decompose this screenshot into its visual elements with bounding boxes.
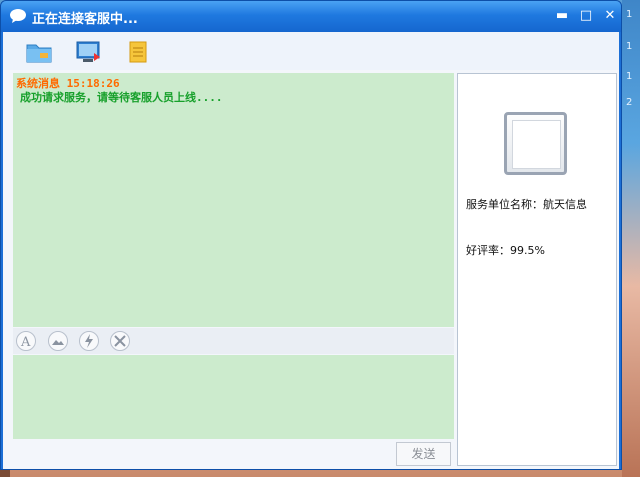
rating-text: 好评率：99.5% [466, 244, 545, 257]
chat-window: 正在连接客服中... ▬ □ ✕ 系统消息 15:18:26 成功请求服务，请等… [0, 0, 622, 470]
format-toolbar: A [13, 328, 454, 354]
notes-icon[interactable] [124, 39, 152, 65]
service-info-panel: 服务单位名称：航天信息 好评率：99.5% [457, 73, 617, 466]
chat-history[interactable]: 系统消息 15:18:26 成功请求服务，请等待客服人员上线.... [13, 73, 454, 327]
system-message-body: 成功请求服务，请等待客服人员上线.... [20, 91, 223, 104]
desktop-icon: 1 [626, 71, 633, 82]
screen-share-icon[interactable] [75, 39, 103, 65]
folder-icon[interactable] [25, 39, 53, 65]
desktop-icon: 2 [626, 97, 633, 108]
desktop-icon: 1 [626, 41, 633, 52]
message-input[interactable] [13, 355, 454, 439]
avatar [504, 112, 567, 175]
maximize-button[interactable]: □ [576, 7, 596, 24]
window-body: 系统消息 15:18:26 成功请求服务，请等待客服人员上线.... A 发送 [3, 70, 619, 469]
desktop-icon: 1 [626, 9, 633, 20]
window-title: 正在连接客服中... [32, 12, 138, 27]
font-icon[interactable]: A [16, 331, 36, 351]
desktop-background-strip: 1 1 1 2 [622, 0, 640, 477]
shake-icon[interactable] [79, 331, 99, 351]
chat-bubble-icon [10, 9, 26, 23]
minimize-button[interactable]: ▬ [552, 7, 572, 24]
service-unit-name: 服务单位名称：航天信息 [466, 198, 587, 211]
image-icon[interactable] [48, 331, 68, 351]
svg-text:A: A [20, 335, 31, 350]
title-bar[interactable]: 正在连接客服中... ▬ □ ✕ [1, 1, 621, 32]
close-button[interactable]: ✕ [600, 7, 620, 24]
screenshot-icon[interactable] [110, 331, 130, 351]
toolbar [3, 32, 619, 70]
send-button[interactable]: 发送 [396, 442, 451, 466]
send-row: 发送 [13, 439, 454, 469]
